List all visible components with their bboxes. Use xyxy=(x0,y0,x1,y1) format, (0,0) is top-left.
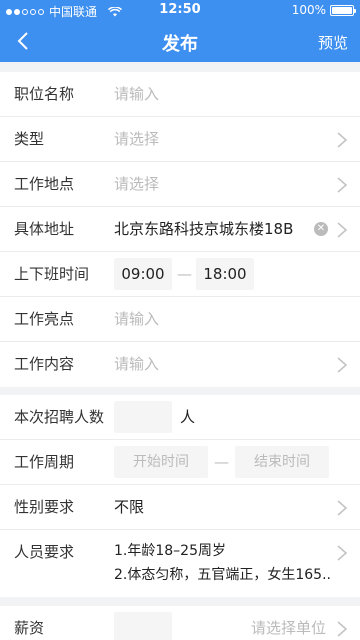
headcount-input[interactable] xyxy=(114,401,172,433)
hours-label: 上下班时间 xyxy=(14,265,90,283)
content-input[interactable]: 请输入 xyxy=(114,342,159,387)
period-row: 工作周期 开始时间 — 结束时间 xyxy=(0,440,360,485)
salary-input[interactable] xyxy=(114,612,172,640)
chevron-right-icon xyxy=(337,500,348,516)
requirements-line-2: 2.体态匀称，五官端正，女生165... xyxy=(114,567,332,583)
period-end-field[interactable]: 结束时间 xyxy=(235,446,329,478)
type-label: 类型 xyxy=(14,130,45,148)
period-label: 工作周期 xyxy=(14,453,75,471)
hours-row: 上下班时间 09:00 — 18:00 xyxy=(0,252,360,297)
location-select[interactable]: 请选择 xyxy=(114,162,159,207)
job-title-input[interactable]: 请输入 xyxy=(114,72,159,117)
gender-select[interactable]: 不限 xyxy=(114,485,144,530)
requirements-label: 人员要求 xyxy=(14,543,75,561)
salary-unit-select[interactable]: 请选择单位 xyxy=(251,606,326,640)
headcount-row: 本次招聘人数 人 xyxy=(0,395,360,440)
battery-status: 100% xyxy=(291,3,356,17)
battery-percent: 100% xyxy=(291,3,326,17)
period-start-field[interactable]: 开始时间 xyxy=(114,446,208,478)
chevron-right-icon xyxy=(337,357,348,373)
location-row[interactable]: 工作地点 请选择 xyxy=(0,162,360,207)
chevron-right-icon xyxy=(337,132,348,148)
preview-button[interactable]: 预览 xyxy=(318,32,348,53)
chevron-right-icon xyxy=(337,545,348,561)
start-time-field[interactable]: 09:00 xyxy=(114,258,172,290)
nav-bar: 发布 预览 xyxy=(0,20,360,62)
status-bar: 中国联通 12:50 100% xyxy=(0,0,360,20)
content-label: 工作内容 xyxy=(14,355,75,373)
job-title-label: 职位名称 xyxy=(14,85,75,103)
type-select[interactable]: 请选择 xyxy=(114,117,159,162)
chevron-right-icon xyxy=(337,621,348,637)
address-label: 具体地址 xyxy=(14,220,75,238)
period-separator: — xyxy=(214,453,229,471)
highlights-input[interactable]: 请输入 xyxy=(114,297,159,342)
recruit-section: 本次招聘人数 人 工作周期 开始时间 — 结束时间 性别要求 不限 人员要求 1… xyxy=(0,395,360,597)
salary-label: 薪资 xyxy=(14,619,45,637)
requirements-row[interactable]: 人员要求 1.年龄18–25周岁 2.体态匀称，五官端正，女生165... xyxy=(0,530,360,597)
highlights-row[interactable]: 工作亮点 请输入 xyxy=(0,297,360,342)
requirements-text[interactable]: 1.年龄18–25周岁 2.体态匀称，五官端正，女生165... xyxy=(114,539,332,587)
job-title-row[interactable]: 职位名称 请输入 xyxy=(0,72,360,117)
gender-row[interactable]: 性别要求 不限 xyxy=(0,485,360,530)
requirements-line-1: 1.年龄18–25周岁 xyxy=(114,543,226,559)
salary-section: 薪资 请选择单位 xyxy=(0,606,360,640)
chevron-right-icon xyxy=(337,222,348,238)
clear-icon[interactable]: ✕ xyxy=(314,222,328,236)
headcount-label: 本次招聘人数 xyxy=(14,408,105,426)
salary-row: 薪资 请选择单位 xyxy=(0,606,360,640)
address-input[interactable]: 北京东路科技京城东楼18B xyxy=(114,207,293,252)
content-row[interactable]: 工作内容 请输入 xyxy=(0,342,360,387)
top-bar: 中国联通 12:50 100% 发布 预览 xyxy=(0,0,360,62)
job-info-section: 职位名称 请输入 类型 请选择 工作地点 请选择 具体地址 北京东路科技京城东楼… xyxy=(0,72,360,387)
highlights-label: 工作亮点 xyxy=(14,310,75,328)
end-time-field[interactable]: 18:00 xyxy=(196,258,254,290)
battery-icon xyxy=(330,4,356,16)
page-title: 发布 xyxy=(162,34,198,55)
gender-label: 性别要求 xyxy=(14,498,75,516)
chevron-right-icon xyxy=(337,177,348,193)
headcount-unit: 人 xyxy=(180,408,196,426)
address-row[interactable]: 具体地址 北京东路科技京城东楼18B ✕ xyxy=(0,207,360,252)
type-row[interactable]: 类型 请选择 xyxy=(0,117,360,162)
time-separator: — xyxy=(177,265,192,283)
location-label: 工作地点 xyxy=(14,175,75,193)
